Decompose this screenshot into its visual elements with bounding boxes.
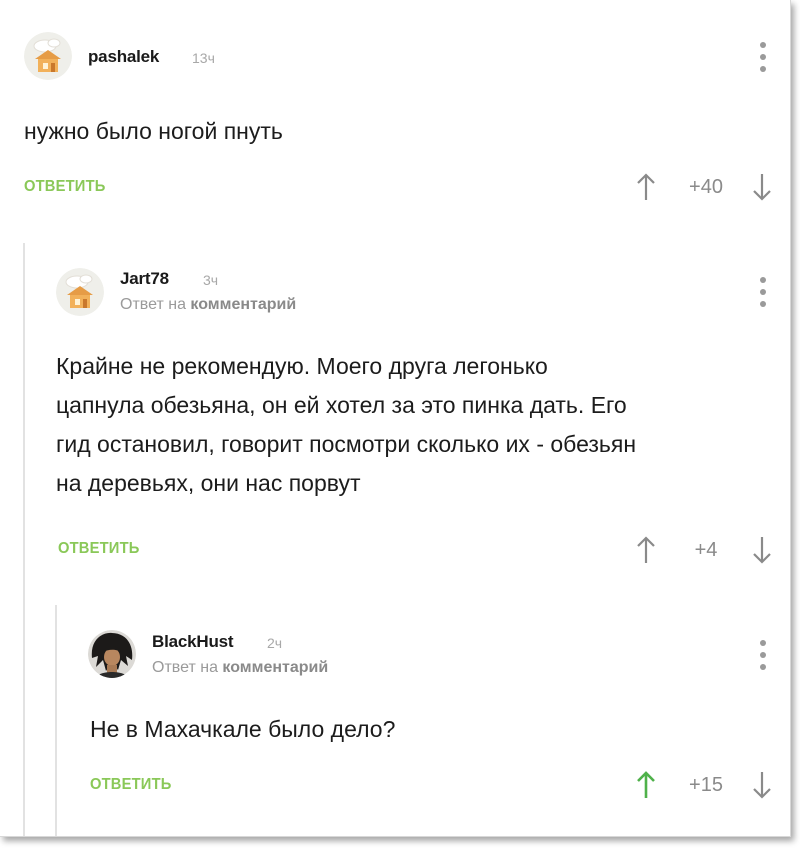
reply-button[interactable]: ОТВЕТИТЬ	[24, 178, 106, 196]
arrow-up-icon[interactable]	[636, 172, 656, 202]
reply-button[interactable]: ОТВЕТИТЬ	[90, 776, 172, 794]
comment-text: Не в Махачкале было дело?	[90, 716, 396, 742]
vote-controls: +40	[636, 172, 776, 202]
username[interactable]: BlackHust	[152, 632, 234, 652]
more-vertical-icon[interactable]	[759, 42, 767, 72]
arrow-down-icon[interactable]	[752, 172, 772, 202]
reply-to: Ответ на комментарий	[120, 296, 296, 314]
house-avatar-icon[interactable]	[56, 268, 104, 316]
rating: +15	[689, 774, 723, 796]
arrow-down-icon[interactable]	[752, 770, 772, 800]
timestamp: 2ч	[267, 635, 283, 651]
comment-text-line: Крайне не рекомендую. Моего друга легонь…	[56, 353, 548, 379]
timestamp: 13ч	[192, 50, 215, 66]
reply-button[interactable]: ОТВЕТИТЬ	[58, 540, 140, 558]
comment-text: Крайне не рекомендую. Моего друга легонь…	[56, 347, 636, 503]
arrow-up-icon[interactable]	[636, 770, 656, 800]
thread-line	[23, 243, 25, 836]
comment-text-line: на деревьях, они нас порвут	[56, 470, 361, 496]
comment-text-line: цапнула обезьяна, он ей хотел за это пин…	[56, 392, 627, 418]
reply-to-prefix: Ответ на	[152, 659, 218, 676]
vote-controls: +15	[636, 770, 776, 800]
timestamp: 3ч	[203, 272, 219, 288]
username[interactable]: pashalek	[88, 47, 159, 67]
reply-to: Ответ на комментарий	[152, 659, 328, 677]
arrow-up-icon[interactable]	[636, 535, 656, 565]
rating: +40	[689, 176, 723, 198]
house-avatar-icon[interactable]	[24, 32, 72, 80]
reply-to-prefix: Ответ на	[120, 296, 186, 313]
reply-to-link[interactable]: комментарий	[222, 659, 328, 676]
rating: +4	[694, 539, 718, 561]
vote-controls: +4	[636, 535, 776, 565]
username[interactable]: Jart78	[120, 269, 169, 289]
reply-to-link[interactable]: комментарий	[190, 296, 296, 313]
more-vertical-icon[interactable]	[759, 640, 767, 670]
comment-text-line: гид остановил, говорит посмотри сколько …	[56, 431, 637, 457]
thread-line	[55, 605, 57, 836]
comment-text: нужно было ногой пнуть	[24, 118, 283, 144]
comments-panel: pashalek 13ч нужно было ногой пнуть ОТВЕ…	[0, 0, 791, 837]
more-vertical-icon[interactable]	[759, 277, 767, 307]
arrow-down-icon[interactable]	[752, 535, 772, 565]
dark-hair-avatar[interactable]	[88, 630, 136, 678]
